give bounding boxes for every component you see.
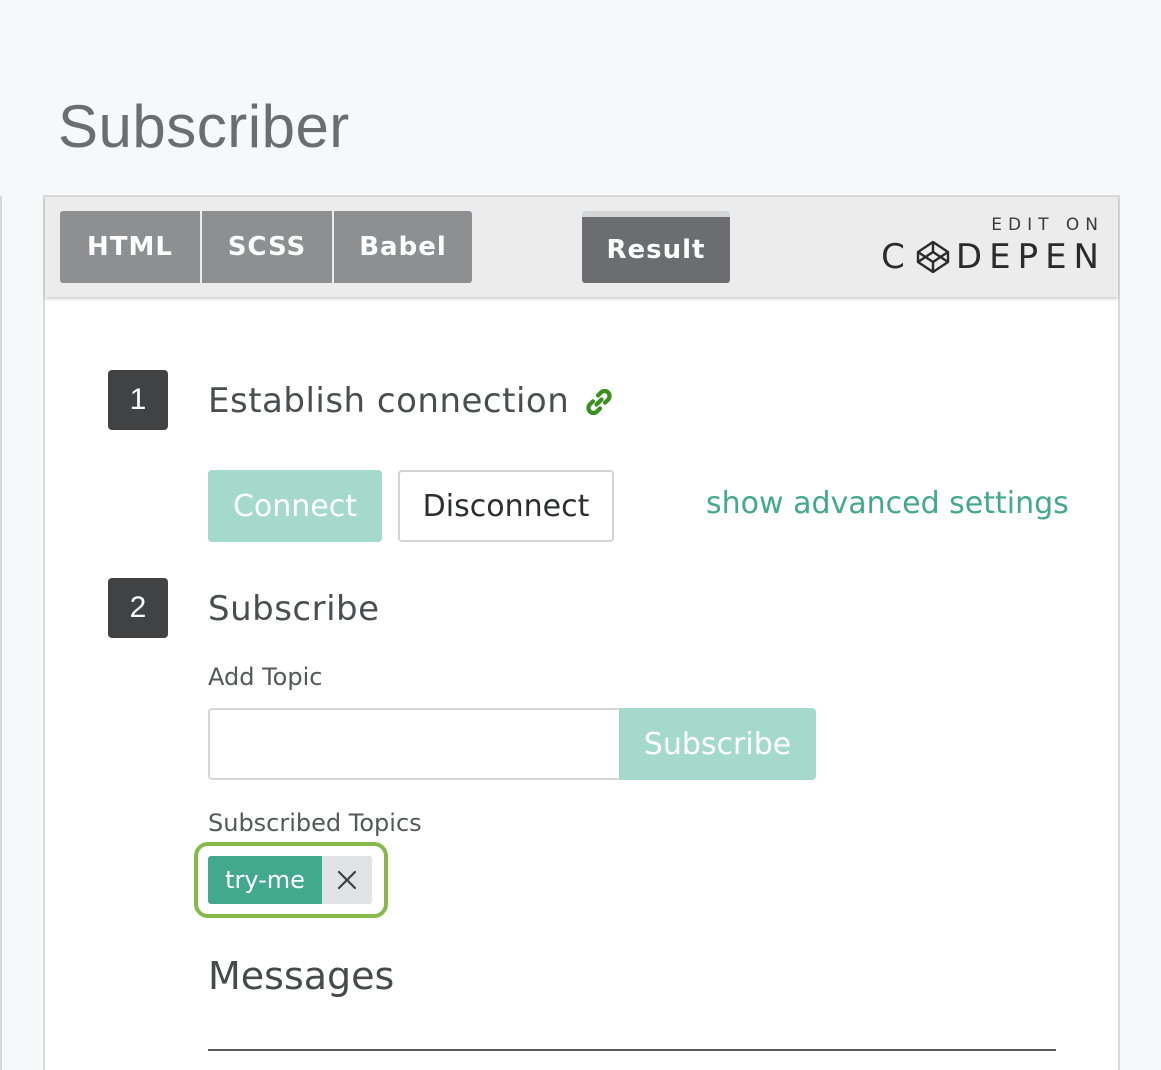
edit-on-codepen-link[interactable]: EDIT ON C DEPEN: [881, 215, 1100, 277]
step-1-title: Establish connection: [208, 381, 570, 421]
topic-tag-label: try-me: [208, 856, 322, 904]
embed-header: HTML SCSS Babel Result EDIT ON C DEPEN: [45, 197, 1118, 297]
tab-scss[interactable]: SCSS: [202, 211, 332, 283]
tab-result[interactable]: Result: [582, 211, 730, 283]
remove-topic-button[interactable]: [322, 856, 372, 904]
topic-tag: try-me: [208, 856, 372, 904]
subscribe-button[interactable]: Subscribe: [619, 708, 816, 780]
show-advanced-settings-link[interactable]: show advanced settings: [706, 486, 1069, 521]
topic-input[interactable]: [208, 708, 620, 780]
connect-button[interactable]: Connect: [208, 470, 382, 542]
messages-divider: [208, 1049, 1056, 1051]
page: Subscriber HTML SCSS Babel Result EDIT O…: [0, 0, 1161, 1070]
codepen-logo-c: C: [881, 237, 912, 277]
tab-html[interactable]: HTML: [60, 211, 200, 283]
codepen-logo: C DEPEN: [881, 237, 1106, 277]
tab-babel[interactable]: Babel: [334, 211, 472, 283]
step-2-badge: 2: [108, 578, 168, 638]
codepen-embed: HTML SCSS Babel Result EDIT ON C DEPEN: [43, 195, 1120, 1070]
page-title: Subscriber: [58, 93, 350, 160]
messages-title: Messages: [208, 954, 395, 998]
edit-on-label: EDIT ON: [991, 215, 1104, 235]
link-icon: [586, 388, 612, 416]
codepen-logo-text: DEPEN: [955, 237, 1106, 277]
left-divider: [0, 196, 2, 1070]
step-2-title: Subscribe: [208, 589, 380, 629]
codepen-cube-icon: [916, 240, 950, 274]
subscribed-topics-label: Subscribed Topics: [208, 809, 422, 837]
close-icon: [337, 870, 357, 890]
step-1-badge: 1: [108, 370, 168, 430]
disconnect-button[interactable]: Disconnect: [398, 470, 614, 542]
add-topic-label: Add Topic: [208, 663, 323, 691]
